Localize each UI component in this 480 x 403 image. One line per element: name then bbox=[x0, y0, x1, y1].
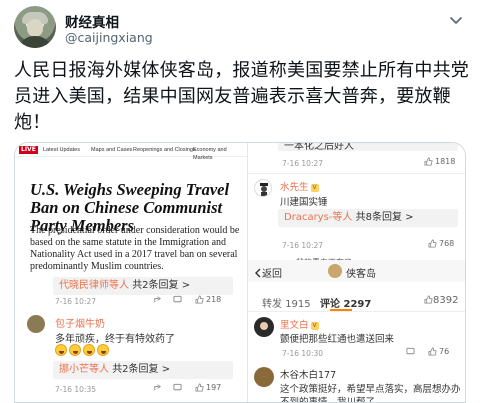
nyt-nav-bar: LIVE Latest Updates Maps and Cases Reope… bbox=[15, 143, 247, 161]
emoji-icon bbox=[69, 344, 81, 356]
emoji-icon bbox=[83, 344, 95, 356]
commenter-avatar[interactable] bbox=[27, 315, 45, 333]
author-display-name[interactable]: 财经真相 bbox=[65, 11, 119, 31]
commenter-name[interactable]: 里文白 V bbox=[280, 317, 319, 331]
like-button[interactable]: 76 bbox=[428, 347, 449, 356]
commenter-name[interactable]: 包子烟牛奶 bbox=[55, 315, 105, 330]
comment-timestamp: 7-16 10:27 bbox=[55, 297, 97, 306]
comment-timestamp: 7-16 10:30 bbox=[282, 349, 324, 358]
comment-icon[interactable] bbox=[173, 383, 184, 392]
weibo-top-bar: 返回 侠客岛 bbox=[248, 260, 465, 282]
like-button[interactable]: 768 bbox=[428, 239, 454, 248]
tab-comment[interactable]: 评论 2297 bbox=[320, 295, 371, 310]
nyt-screenshot-panel: LIVE Latest Updates Maps and Cases Reope… bbox=[15, 143, 247, 402]
reply-thread-link[interactable]: Dracarys-等人 共8条回复 > bbox=[278, 209, 458, 227]
nyt-summary: The presidential order under considerati… bbox=[30, 225, 240, 272]
comment-timestamp: 7-16 10:27 bbox=[282, 241, 324, 250]
account-avatar[interactable] bbox=[328, 264, 342, 278]
back-button[interactable]: 返回 bbox=[254, 265, 282, 280]
comment-icon[interactable] bbox=[173, 295, 184, 304]
tab-like[interactable]: 8392 bbox=[424, 295, 458, 306]
chevron-down-icon[interactable] bbox=[448, 12, 464, 28]
emoji-icon bbox=[55, 344, 67, 356]
nav-economy: Economy and Markets bbox=[193, 147, 227, 161]
share-icon[interactable] bbox=[153, 295, 164, 304]
nav-maps: Maps and Cases bbox=[91, 147, 133, 153]
comment-icon[interactable] bbox=[406, 347, 417, 356]
commenter-name[interactable]: 木谷木白177 bbox=[280, 367, 336, 381]
commenter-avatar[interactable] bbox=[254, 367, 274, 387]
comment-text: 多年顽疾，终于有特效药了 bbox=[55, 334, 175, 345]
comment-timestamp: 7-16 10:27 bbox=[282, 159, 324, 168]
account-name[interactable]: 侠客岛 bbox=[346, 265, 376, 280]
nav-reopenings: Reopenings and Closings bbox=[133, 147, 196, 153]
share-icon[interactable] bbox=[153, 383, 164, 392]
tweet-media[interactable]: LIVE Latest Updates Maps and Cases Reope… bbox=[14, 142, 466, 403]
commenter-avatar[interactable] bbox=[254, 179, 272, 197]
like-button[interactable]: 218 bbox=[195, 295, 221, 304]
reply-thread-link[interactable]: 一本化之后好人 bbox=[278, 143, 458, 151]
comment-timestamp: 7-16 10:35 bbox=[55, 385, 97, 394]
comment-text: 川建国实锤 bbox=[280, 197, 328, 208]
live-badge: LIVE bbox=[19, 146, 38, 154]
tweet-text: 人民日报海外媒体侠客岛，报道称美国要禁止所有中共党员进入美国，结果中国网友普遍表… bbox=[14, 60, 469, 133]
comment-text: 颤便把那些红通也遣送回来 bbox=[280, 334, 395, 345]
comment-text: 这个政策挺好，希望早点落实，高层想办办 bbox=[280, 384, 461, 395]
author-handle[interactable]: @caijingxiang bbox=[65, 30, 153, 45]
tweet-header: 财经真相 @caijingxiang bbox=[14, 6, 466, 50]
author-avatar[interactable] bbox=[14, 6, 56, 48]
weibo-screenshot-panel: 一本化之后好人 7-16 10:27 1818 水先生 V 川建国实锤 Draca… bbox=[247, 143, 465, 403]
reply-thread-link[interactable]: 代晓民律师等人 共2条回复 > bbox=[53, 277, 233, 295]
reply-thread-link[interactable]: 挪小芒等人 共2条回复 > bbox=[53, 361, 233, 379]
commenter-avatar[interactable] bbox=[254, 317, 274, 337]
commenter-name[interactable]: 水先生 V bbox=[280, 179, 319, 193]
comment-text: 不到的事情，我川帮了 bbox=[280, 397, 376, 403]
like-button[interactable]: 197 bbox=[195, 383, 221, 392]
tab-repost[interactable]: 转发 1915 bbox=[262, 295, 311, 310]
nav-latest: Latest Updates bbox=[43, 147, 80, 153]
emoji-icon bbox=[97, 344, 109, 356]
like-button[interactable]: 1818 bbox=[424, 157, 455, 166]
